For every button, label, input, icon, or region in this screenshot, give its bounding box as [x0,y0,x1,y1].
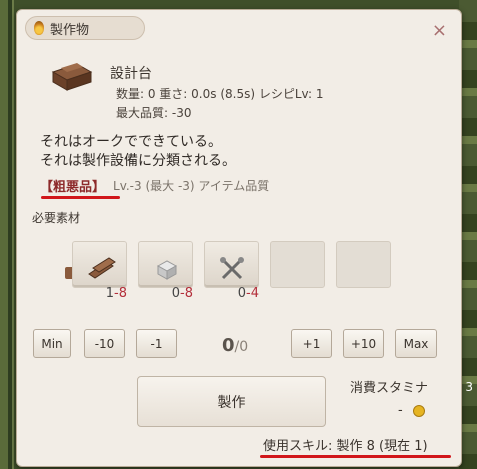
skill-info: 使用スキル: 製作 8 (現在 1) [263,439,428,454]
background-number: 3 [465,380,473,394]
minus10-button[interactable]: -10 [84,329,125,358]
description-line1: それはオークでできている。 [40,134,222,150]
item-description: それはオークでできている。 それは製作設備に分類される。 [40,133,236,171]
skill-underline [260,455,451,458]
quality-row: 【粗悪品】 Lv.-3 (最大 -3) アイテム品質 [40,176,269,195]
stamina-label: 消費スタミナ [350,381,429,396]
item-stats-line2: 最大品質: -30 [116,106,192,120]
stone-block-icon [156,260,178,280]
crossed-tools-icon [220,257,244,280]
max-button[interactable]: Max [395,329,437,358]
plus10-button[interactable]: +10 [343,329,384,358]
stamina-cost: - [398,403,425,418]
wood-planks-icon [88,257,116,279]
materials-label: 必要素材 [32,211,81,225]
item-stats: 数量: 0 重さ: 0.0s (8.5s) レシピLv: 1 最大品質: -30 [116,85,323,123]
need-count: 8 [184,286,193,301]
window-title-tab: 製作物 [25,16,145,40]
minus1-button[interactable]: -1 [136,329,177,358]
have-count: 1 [105,286,115,301]
material-count-tools: 0-4 [204,286,259,301]
material-slot-wood[interactable] [72,241,127,288]
material-slot-stone[interactable] [138,241,193,288]
quality-detail: Lv.-3 (最大 -3) アイテム品質 [113,179,270,193]
quality-name: 【粗悪品】 [40,180,106,195]
need-count: 4 [250,286,259,301]
material-slot-empty-1 [270,241,325,288]
quantity-display: 0/0 [222,335,248,356]
item-name: 設計台 [110,66,152,82]
quality-underline [41,196,120,199]
material-count-wood: 1-8 [72,286,127,301]
plus1-button[interactable]: +1 [291,329,332,358]
quantity-max: /0 [234,339,249,355]
craft-button[interactable]: 製作 [137,376,326,427]
material-count-stone: 0-8 [138,286,193,301]
window-title: 製作物 [50,22,90,38]
item-stats-line1: 数量: 0 重さ: 0.0s (8.5s) レシピLv: 1 [116,87,324,101]
have-count: 0 [237,286,247,301]
material-slot-empty-2 [336,241,391,288]
flame-icon [34,21,44,35]
quantity-current: 0 [222,335,235,356]
workbench-icon [51,63,93,91]
min-button[interactable]: Min [33,329,71,358]
crafting-window: 製作物 × 設計台 数量: 0 重さ: 0.0s (8.5s) レシピLv: 1… [16,9,462,467]
need-count: 8 [118,286,127,301]
stamina-value: - [398,403,403,418]
material-slot-tools[interactable] [204,241,259,288]
close-button[interactable]: × [432,20,447,41]
have-count: 0 [171,286,181,301]
description-line2: それは製作設備に分類される。 [40,153,236,169]
clock-icon [412,404,425,417]
